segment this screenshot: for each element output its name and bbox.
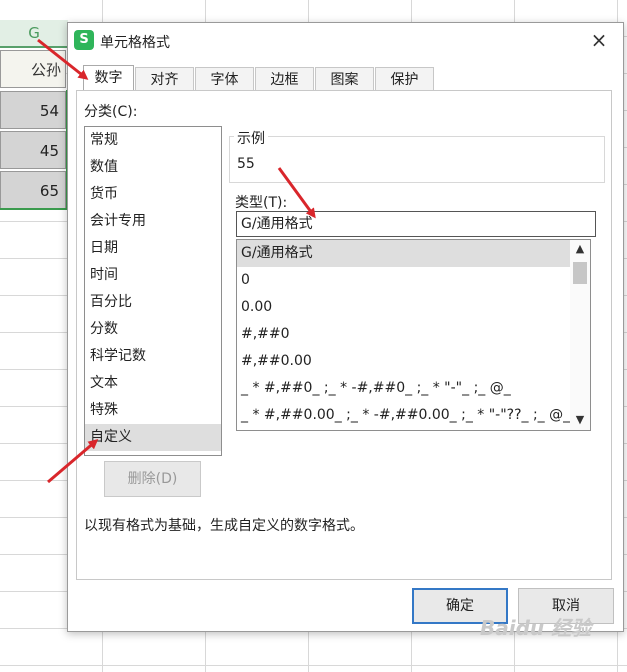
arrow-to-custom-category	[47, 439, 99, 484]
watermark: Baidu 经验	[480, 616, 592, 640]
annotation-arrows	[37, 38, 316, 484]
arrow-to-type-input	[277, 167, 316, 219]
arrow-to-number-tab	[37, 38, 89, 80]
